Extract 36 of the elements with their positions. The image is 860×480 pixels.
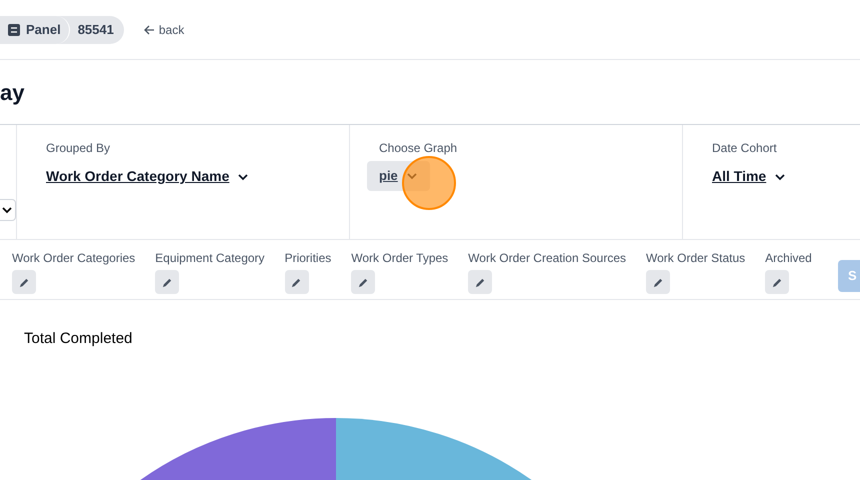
click-indicator bbox=[402, 156, 456, 210]
pencil-icon bbox=[162, 276, 173, 288]
filter-dropdown[interactable]: pie bbox=[367, 161, 430, 191]
edit-button[interactable] bbox=[468, 270, 492, 294]
filter-label: Equipment Category bbox=[155, 250, 265, 267]
filter-label: Work Order Status bbox=[646, 250, 746, 267]
pencil-icon bbox=[18, 276, 30, 288]
select-field[interactable] bbox=[0, 199, 16, 221]
pencil-icon bbox=[474, 276, 486, 288]
edit-button[interactable] bbox=[155, 270, 180, 294]
pencil-icon bbox=[358, 276, 369, 288]
back-link[interactable]: back bbox=[144, 20, 184, 38]
breadcrumb-item[interactable]: 85541 bbox=[70, 16, 124, 44]
sliders-icon bbox=[8, 24, 20, 36]
edit-button[interactable] bbox=[351, 270, 376, 294]
pencil-icon bbox=[652, 276, 664, 288]
chart-title: Total Completed bbox=[24, 329, 132, 349]
edit-button[interactable] bbox=[284, 270, 309, 294]
pencil-icon bbox=[291, 276, 302, 288]
breadcrumb-item[interactable]: Panel bbox=[0, 16, 70, 44]
edit-button[interactable] bbox=[646, 270, 670, 294]
filter-label: Work Order Categories bbox=[12, 250, 136, 267]
filter-label: Choose Graph bbox=[379, 140, 458, 157]
filter-label: Work Order Types bbox=[351, 250, 448, 267]
filter-dropdown[interactable]: All Time bbox=[712, 166, 786, 187]
edit-button[interactable] bbox=[12, 270, 36, 294]
filter-label: Priorities bbox=[284, 250, 332, 267]
edit-button[interactable] bbox=[765, 270, 790, 294]
page-title: ay bbox=[0, 78, 24, 107]
pencil-icon bbox=[772, 276, 783, 288]
arrow-left-icon bbox=[144, 24, 155, 34]
filter-label: Work Order Creation Sources bbox=[468, 250, 626, 267]
filter-label: Archived bbox=[765, 250, 812, 267]
filter-label: Grouped By bbox=[46, 140, 112, 157]
filter-label: Date Cohort bbox=[712, 140, 778, 157]
filter-dropdown[interactable]: Work Order Category Name bbox=[46, 166, 250, 187]
